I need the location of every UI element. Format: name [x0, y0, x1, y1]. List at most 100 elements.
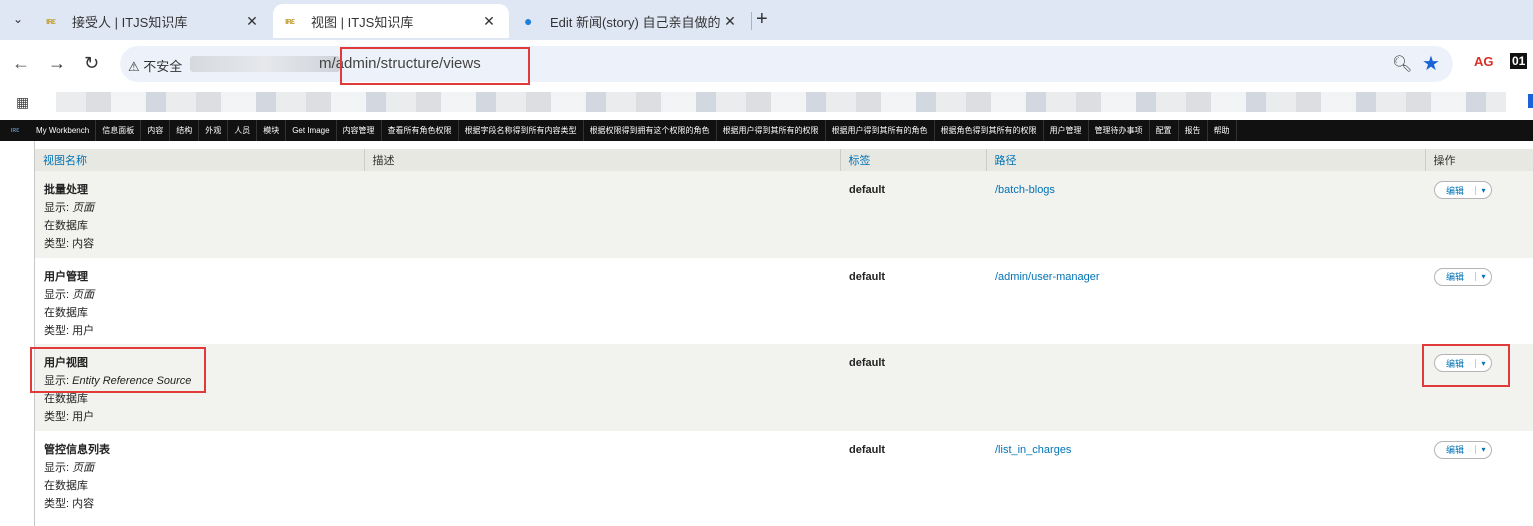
site-logo-icon[interactable]: ιʀε — [0, 127, 30, 134]
bookmark-edge-icon — [1528, 94, 1533, 108]
view-name: 用户管理 — [44, 270, 88, 283]
cell-path — [986, 344, 1425, 431]
admin-menu-item[interactable]: My Workbench — [30, 120, 97, 141]
view-storage: 在数据库 — [44, 479, 88, 492]
cell-description — [364, 344, 840, 431]
edit-button[interactable]: 编辑 — [1435, 443, 1475, 456]
display-label: 显示: — [44, 288, 70, 301]
admin-menu-item[interactable]: 根据权限得到拥有这个权限的角色 — [584, 120, 717, 141]
admin-menu-item[interactable]: 外观 — [199, 120, 229, 141]
apps-grid-icon[interactable]: ▦ — [16, 94, 29, 111]
view-tag: default — [849, 270, 886, 283]
admin-menu-item[interactable]: 根据用户得到其所有的角色 — [826, 120, 935, 141]
cell-view-name: 用户管理显示: 页面在数据库类型: 用户 — [35, 258, 364, 345]
cell-operations: 编辑 ▾ — [1425, 258, 1533, 345]
zoom-icon[interactable]: 🔍︎ — [1392, 54, 1412, 74]
table-row: 管控信息列表 显示: 页面在数据库类型: 内容 default/list_in_ch… — [35, 430, 1533, 518]
admin-menu-item[interactable]: 根据用户得到其所有的权限 — [717, 120, 826, 141]
view-type: 类型: 用户 — [44, 411, 95, 423]
edit-button[interactable]: 编辑 — [1435, 270, 1475, 283]
back-icon[interactable]: ← — [12, 53, 30, 74]
address-bar[interactable]: ⚠ 不安全 m/admin/structure/views 🔍︎ ★ — [120, 46, 1453, 82]
column-header-tag[interactable]: 标签 — [840, 149, 987, 171]
admin-menu-item[interactable]: Get Image — [286, 120, 337, 141]
view-name: 管控信息列表 — [44, 443, 110, 456]
close-icon[interactable]: ✕ — [244, 13, 260, 30]
column-header-description: 描述 — [364, 149, 841, 171]
cell-view-name: 管控信息列表 显示: 页面在数据库类型: 内容 — [35, 431, 364, 518]
admin-menu-item[interactable]: 模块 — [257, 120, 287, 141]
admin-menu-item[interactable]: 根据字段名称得到所有内容类型 — [459, 120, 584, 141]
admin-menu-item[interactable]: 内容管理 — [337, 120, 382, 141]
browser-tab-bar: ⌄ ιʀε 接受人 | ITJS知识库 ✕ ιʀε 视图 | ITJS知识库 ✕… — [0, 0, 1533, 40]
admin-menu-item[interactable]: 配置 — [1150, 120, 1179, 141]
chevron-down-icon[interactable]: ▾ — [1475, 185, 1491, 195]
forward-icon[interactable]: → — [48, 53, 66, 74]
cell-tag: default — [840, 431, 986, 518]
cell-tag: default — [840, 344, 986, 431]
edit-dropbutton[interactable]: 编辑 ▾ — [1434, 267, 1492, 286]
view-type: 类型: 用户 — [44, 324, 95, 337]
chevron-down-icon[interactable]: ▾ — [1475, 445, 1491, 454]
redacted-bookmarks — [56, 92, 1506, 112]
tab-1[interactable]: ιʀε 接受人 | ITJS知识库 ✕ — [34, 4, 272, 38]
admin-menu-item[interactable]: 根据角色得到其所有的权限 — [935, 120, 1044, 141]
cell-path: /list_in_charges — [986, 431, 1425, 518]
admin-menu-item[interactable]: 内容 — [141, 120, 171, 141]
tab-title: 接受人 | ITJS知识库 — [72, 14, 188, 30]
table-row: 用户管理显示: 页面在数据库类型: 用户 default/admin/user-m… — [35, 257, 1533, 345]
view-path-link[interactable]: /list_in_charges — [995, 441, 1416, 459]
edit-button[interactable]: 编辑 — [1435, 184, 1475, 197]
bookmarks-bar: ▦ — [0, 86, 1533, 118]
name-highlight-box — [30, 347, 206, 393]
column-header-path[interactable]: 路径 — [986, 149, 1426, 171]
view-path-link[interactable]: /admin/user-manager — [995, 268, 1416, 286]
admin-menu-item[interactable]: 管理待办事项 — [1089, 120, 1150, 141]
extension-01-icon[interactable]: 01 — [1510, 53, 1528, 69]
admin-menu-item[interactable]: 帮助 — [1208, 120, 1237, 141]
display-label: 显示: — [44, 461, 70, 474]
tab-title: Edit 新闻(story) 自己亲自做的 — [550, 14, 721, 30]
view-display: 显示: 页面 — [44, 199, 355, 217]
close-icon[interactable]: ✕ — [722, 13, 738, 30]
chevron-down-icon[interactable]: ▾ — [1475, 272, 1491, 281]
tab-title: 视图 | ITJS知识库 — [311, 14, 414, 30]
admin-menu-item[interactable]: 报告 — [1179, 120, 1208, 141]
display-value: 页面 — [72, 461, 95, 474]
site-logo-icon: ιʀε — [285, 16, 295, 26]
browser-toolbar: ← → ↻ ⚠ 不安全 m/admin/structure/views 🔍︎ ★… — [0, 40, 1533, 86]
view-tag: default — [849, 443, 886, 456]
security-label: 不安全 — [143, 59, 183, 74]
cell-description — [364, 171, 840, 258]
view-name: 批量处理 — [44, 184, 88, 196]
cell-operations: 编辑 ▾ — [1425, 431, 1533, 518]
bookmark-star-icon[interactable]: ★ — [1422, 51, 1440, 76]
edit-dropbutton[interactable]: 编辑 ▾ — [1434, 181, 1492, 199]
admin-menu-bar: ιʀε My Workbench 信息面板 内容 结构 外观 人员 模块 Get Image 内… — [0, 120, 1533, 141]
tab-2-active[interactable]: ιʀε 视图 | ITJS知识库 ✕ — [273, 4, 509, 38]
view-path-link[interactable]: /batch-blogs — [995, 181, 1416, 199]
view-storage: 在数据库 — [44, 306, 88, 319]
edit-dropbutton[interactable]: 编辑 ▾ — [1434, 440, 1492, 459]
new-tab-icon[interactable]: + — [756, 8, 768, 31]
tab-search-chevron-icon[interactable]: ⌄ — [8, 9, 28, 29]
display-value: 页面 — [72, 288, 95, 301]
admin-menu-item[interactable]: 用户管理 — [1044, 120, 1089, 141]
admin-menu-item[interactable]: 查看所有角色权限 — [382, 120, 459, 141]
cell-description — [364, 258, 840, 345]
admin-menu-item[interactable]: 结构 — [170, 120, 200, 141]
reload-icon[interactable]: ↻ — [84, 53, 99, 74]
cell-path: /batch-blogs — [986, 171, 1425, 258]
view-type: 类型: 内容 — [44, 238, 95, 250]
security-indicator[interactable]: ⚠ 不安全 — [128, 56, 182, 75]
admin-menu-item[interactable]: 人员 — [228, 120, 258, 141]
view-type: 类型: 内容 — [44, 497, 95, 510]
tab-3[interactable]: ● Edit 新闻(story) 自己亲自做的 ✕ — [512, 4, 750, 38]
view-storage: 在数据库 — [44, 220, 88, 232]
column-header-name[interactable]: 视图名称 — [35, 149, 365, 171]
display-label: 显示: — [44, 202, 70, 214]
admin-menu-item[interactable]: 信息面板 — [96, 120, 142, 141]
extension-ag-icon[interactable]: AG — [1474, 54, 1494, 69]
close-icon[interactable]: ✕ — [481, 13, 497, 30]
redacted-host — [190, 56, 340, 72]
